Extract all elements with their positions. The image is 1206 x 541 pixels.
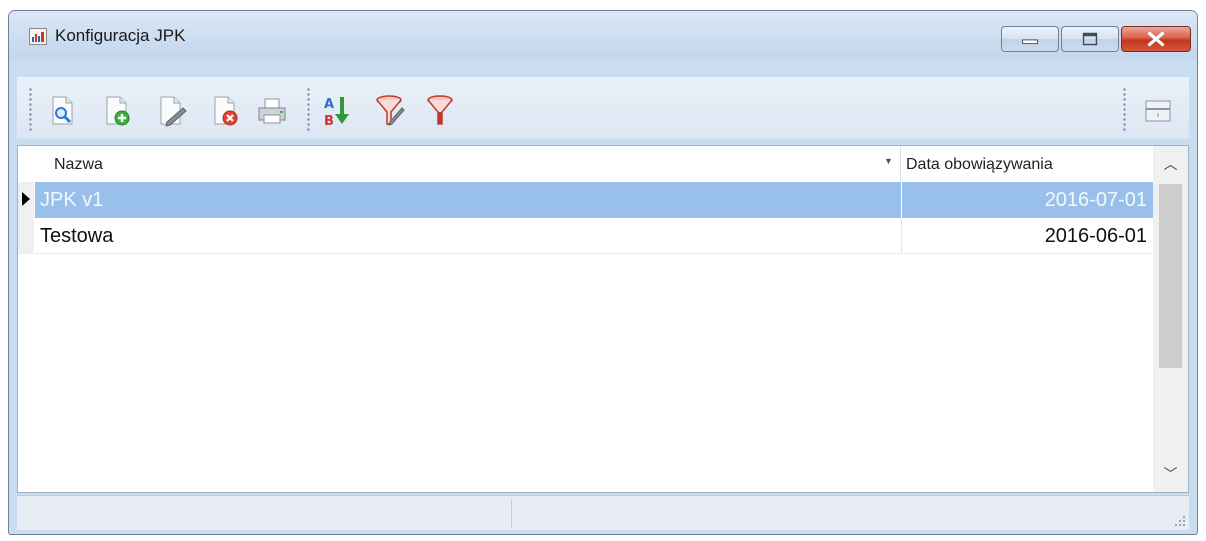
print-button[interactable] <box>255 94 289 128</box>
filter-icon <box>427 95 453 125</box>
minimize-icon <box>1022 39 1038 45</box>
edit-button[interactable] <box>153 94 187 128</box>
filter-edit-icon <box>376 95 405 126</box>
delete-button[interactable] <box>207 94 241 128</box>
table-row[interactable]: Testowa 2016-06-01 <box>18 218 1153 254</box>
add-button[interactable] <box>99 94 133 128</box>
title-bar[interactable]: Konfiguracja JPK <box>9 11 1197 59</box>
resize-grip-icon[interactable] <box>1173 514 1187 528</box>
status-divider <box>511 500 512 528</box>
current-row-icon <box>22 192 30 206</box>
close-button[interactable] <box>1121 26 1191 52</box>
svg-text:A: A <box>324 97 334 112</box>
toolbar-grip[interactable] <box>29 87 32 131</box>
scroll-thumb[interactable] <box>1159 184 1182 368</box>
row-indicator[interactable] <box>18 218 34 254</box>
sort-ab-icon: A B <box>324 97 349 128</box>
column-header-name[interactable]: Nazwa <box>54 146 103 182</box>
cell-date[interactable]: 2016-06-01 <box>901 218 1153 254</box>
toolbar: A B <box>17 77 1189 139</box>
app-window: Konfiguracja JPK A B Nazwa ▼ Data obowią… <box>8 10 1198 535</box>
maximize-icon <box>1082 32 1098 46</box>
maximize-button[interactable] <box>1061 26 1119 52</box>
svg-text:B: B <box>324 114 334 128</box>
table-row[interactable]: JPK v1 2016-07-01 <box>18 182 1153 218</box>
cell-name[interactable]: Testowa <box>35 218 901 254</box>
minimize-button[interactable] <box>1001 26 1059 52</box>
preview-button[interactable] <box>45 94 79 128</box>
status-bar <box>17 495 1189 530</box>
preview-icon <box>52 96 73 125</box>
sort-indicator-icon: ▼ <box>884 156 893 166</box>
delete-document-icon <box>214 96 238 126</box>
toolbar-grip-right[interactable] <box>1123 87 1126 131</box>
print-icon <box>258 98 286 124</box>
cell-name[interactable]: JPK v1 <box>35 182 901 218</box>
vertical-scrollbar[interactable]: ︿ ﹀ <box>1153 146 1188 492</box>
add-document-icon <box>106 96 130 126</box>
toolbar-separator <box>307 87 310 131</box>
row-indicator[interactable] <box>18 182 34 218</box>
close-icon <box>1147 31 1165 47</box>
filter-button[interactable] <box>423 94 457 128</box>
column-divider[interactable] <box>900 146 901 182</box>
layout-options-button[interactable] <box>1141 94 1175 128</box>
app-chart-icon[interactable] <box>29 28 47 45</box>
sort-button[interactable]: A B <box>319 94 353 128</box>
grid-header: Nazwa ▼ Data obowiązywania <box>18 146 1153 182</box>
data-grid: Nazwa ▼ Data obowiązywania JPK v1 2016-0… <box>17 145 1189 493</box>
cell-date[interactable]: 2016-07-01 <box>901 182 1153 218</box>
edit-document-icon <box>160 96 187 127</box>
window-title: Konfiguracja JPK <box>55 26 186 45</box>
edit-filter-button[interactable] <box>373 94 407 128</box>
layout-options-icon <box>1145 100 1171 122</box>
scroll-down-icon[interactable]: ﹀ <box>1153 456 1188 492</box>
scroll-up-icon[interactable]: ︿ <box>1153 146 1188 182</box>
column-header-date[interactable]: Data obowiązywania <box>906 146 1053 182</box>
